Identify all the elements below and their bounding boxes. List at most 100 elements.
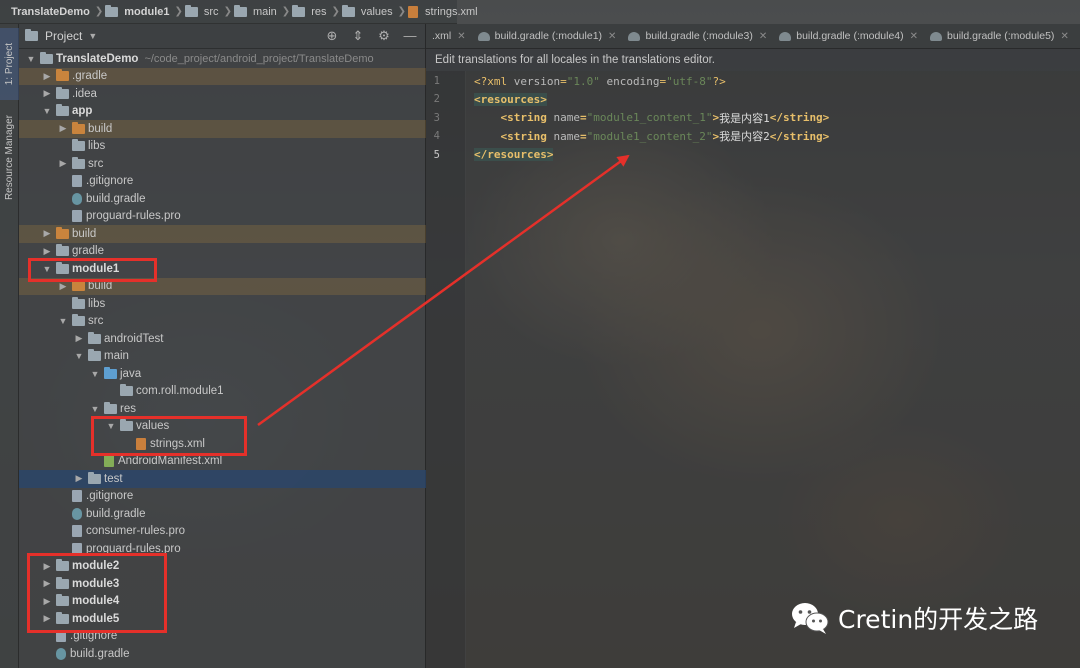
code-line[interactable]: <string name = "module1_content_2" > 我是内容2 </… (474, 127, 830, 145)
code-token: 我是内容1 (719, 111, 770, 125)
tree-item[interactable]: ▶ test (19, 470, 426, 488)
editor: .xml ✕ build.gradle (:module1) ✕ build.gradl… (426, 24, 1080, 668)
tree-item[interactable]: consumer-rules.pro (19, 523, 426, 541)
tree-item[interactable]: libs (19, 138, 426, 156)
tree-item[interactable]: ▼ src (19, 313, 426, 331)
tree-item[interactable]: ▶ src (19, 155, 426, 173)
chevron-right-icon[interactable]: ▶ (41, 71, 53, 82)
tree-item[interactable]: com.roll.module1 (19, 383, 426, 401)
tree-item[interactable]: ▼ main (19, 348, 426, 366)
breadcrumb-item[interactable]: TranslateDemo ❯ (8, 6, 105, 18)
chevron-down-icon[interactable]: ▼ (89, 404, 101, 414)
code-token: = (659, 74, 667, 88)
editor-tab[interactable]: b (1075, 24, 1080, 48)
gradle-file-icon (628, 31, 641, 41)
editor-tab[interactable]: build.gradle (:module5) ✕ (924, 24, 1075, 48)
breadcrumb-item[interactable]: values ❯ (341, 4, 408, 18)
tree-item[interactable]: proguard-rules.pro (19, 208, 426, 226)
settings-icon[interactable]: ⚙ (377, 28, 391, 44)
annotation-box-modules (27, 553, 167, 633)
tree-item-label: app (72, 105, 93, 118)
editor-tab[interactable]: build.gradle (:module4) ✕ (773, 24, 924, 48)
tree-item[interactable]: ▶ .gradle (19, 67, 426, 85)
tree-item[interactable]: ▼ res (19, 400, 426, 418)
tree-item[interactable]: libs (19, 295, 426, 313)
close-icon[interactable]: ✕ (1060, 31, 1068, 42)
tree-item[interactable]: ▶ build (19, 120, 426, 138)
code-token: > (712, 129, 720, 143)
manifest-file-icon (104, 455, 114, 468)
chevron-down-icon[interactable]: ▼ (88, 31, 97, 41)
breadcrumb-item[interactable]: module1 ❯ (105, 4, 185, 18)
close-icon[interactable]: ✕ (457, 31, 465, 42)
collapse-all-icon[interactable]: ⇕ (351, 28, 365, 44)
tree-item-label: .gradle (72, 70, 108, 83)
close-icon[interactable]: ✕ (608, 31, 616, 42)
tree-item-label: .idea (72, 87, 97, 100)
code-line[interactable]: <string name = "module1_content_1" > 我是内容1 </… (474, 109, 830, 127)
editor-tab-label: build.gradle (:module5) (947, 30, 1055, 42)
chevron-right-icon[interactable]: ▶ (41, 228, 53, 239)
breadcrumb-item[interactable]: strings.xml (408, 5, 481, 18)
tree-item[interactable]: ▶ .idea (19, 85, 426, 103)
project-panel-header: Project ▼ ⊕ ⇕ ⚙ — (19, 24, 425, 49)
code-area[interactable]: <?xml version = "1.0" encoding = "utf-8" ?> <r… (474, 71, 1074, 668)
tool-window-strip: 1: Project Resource Manager (0, 24, 19, 668)
tree-item[interactable]: .gitignore (19, 173, 426, 191)
breadcrumb-label: strings.xml (425, 5, 478, 18)
project-tool-tab[interactable]: 1: Project (0, 28, 19, 100)
translations-notice[interactable]: Edit translations for all locales in the… (426, 49, 1080, 71)
tree-item-label: androidTest (104, 332, 164, 345)
code-token: <?xml (474, 74, 514, 88)
folder-icon (56, 86, 69, 99)
tree-item[interactable]: build.gradle (19, 190, 426, 208)
close-icon[interactable]: ✕ (759, 31, 767, 42)
chevron-right-icon[interactable]: ▶ (73, 333, 85, 344)
tree-item[interactable]: ▶ build (19, 225, 426, 243)
editor-tab[interactable]: .xml ✕ (426, 24, 472, 48)
tree-item[interactable]: .gitignore (19, 488, 426, 506)
chevron-right-icon[interactable]: ▶ (57, 281, 69, 292)
breadcrumb-label: module1 (124, 5, 170, 18)
chevron-right-icon[interactable]: ▶ (41, 246, 53, 257)
code-token: = (579, 111, 587, 125)
chevron-right-icon[interactable]: ▶ (57, 123, 69, 134)
breadcrumb-item[interactable]: main ❯ (233, 4, 292, 18)
tree-item[interactable]: build.gradle (19, 645, 426, 663)
chevron-down-icon[interactable]: ▼ (41, 106, 53, 116)
chevron-down-icon[interactable]: ▼ (73, 351, 85, 361)
close-icon[interactable]: ✕ (910, 31, 918, 42)
chevron-right-icon[interactable]: ▶ (73, 473, 85, 484)
chevron-down-icon[interactable]: ▼ (89, 369, 101, 379)
chevron-down-icon[interactable]: ▼ (57, 316, 69, 326)
tree-item[interactable]: build.gradle (19, 505, 426, 523)
hide-icon[interactable]: — (403, 28, 417, 44)
tree-item-label: java (120, 367, 142, 380)
tree-item[interactable]: ▼ app (19, 103, 426, 121)
code-line[interactable]: <?xml version = "1.0" encoding = "utf-8" ?> (474, 72, 726, 90)
editor-tab[interactable]: build.gradle (:module1) ✕ (472, 24, 623, 48)
breadcrumb-item[interactable]: src ❯ (184, 4, 234, 18)
resource-manager-tool-tab[interactable]: Resource Manager (0, 108, 19, 208)
tree-item-label: build.gradle (70, 647, 130, 660)
code-line[interactable]: <resources> (474, 90, 547, 108)
chevron-right-icon[interactable]: ▶ (41, 88, 53, 99)
tree-item[interactable]: ▼ TranslateDemo ~/code_project/android_pro… (19, 50, 426, 68)
tree-item-label: test (104, 472, 123, 485)
project-view-selector[interactable]: Project (45, 29, 82, 43)
editor-tab-label: build.gradle (:module1) (494, 30, 603, 42)
editor-tab-label: build.gradle (:module4) (796, 30, 904, 42)
code-token: 我是内容2 (719, 130, 770, 144)
editor-tab[interactable]: build.gradle (:module3) ✕ (622, 24, 773, 48)
chevron-right-icon: ❯ (281, 6, 291, 17)
code-line[interactable]: </resources> (474, 146, 554, 164)
code-token: </string> (769, 111, 830, 125)
breadcrumb-item[interactable]: res ❯ (292, 4, 342, 18)
tree-item[interactable]: ▼ java (19, 365, 426, 383)
chevron-down-icon[interactable]: ▼ (25, 54, 37, 64)
chevron-right-icon[interactable]: ▶ (57, 158, 69, 169)
tree-item[interactable]: ▶ androidTest (19, 330, 426, 348)
code-token: ?> (712, 74, 726, 88)
target-icon[interactable]: ⊕ (325, 28, 339, 44)
